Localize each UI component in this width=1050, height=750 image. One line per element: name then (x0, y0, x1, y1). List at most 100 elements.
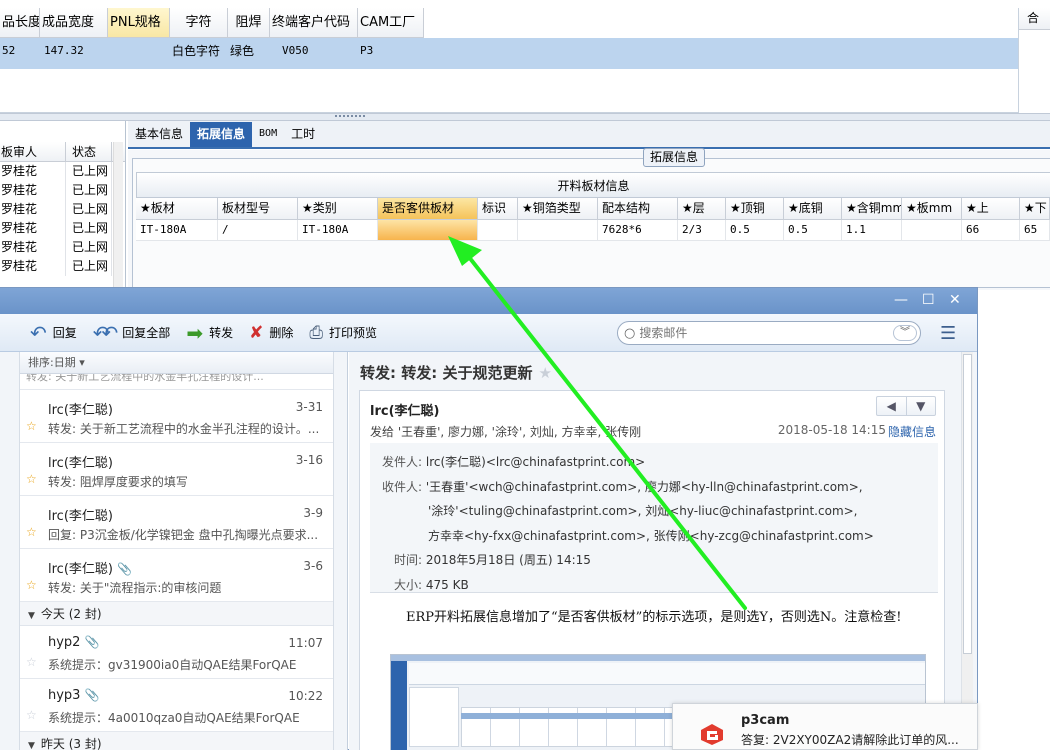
mail-title-bar[interactable]: — ☐ ✕ (0, 288, 977, 314)
star-icon[interactable]: ★ (538, 364, 551, 382)
col-reviewer[interactable]: 板审人 (0, 142, 66, 161)
list-item[interactable]: lrc(李仁聪) 3-31 ☆ 转发: 关于新工艺流程中的水金半孔注程的设计。.… (20, 390, 333, 443)
col-board-model[interactable]: 板材型号 (218, 198, 298, 220)
cell-customer-code: V050 (282, 44, 309, 57)
cell-cam-factory: P3 (360, 44, 374, 57)
search-input[interactable] (639, 326, 890, 340)
sender-name[interactable]: lrc(李仁聪) (370, 400, 439, 419)
delete-button[interactable]: ✘ 删除 (249, 318, 293, 348)
review-list-scrollbar[interactable] (113, 142, 123, 292)
search-options-icon[interactable]: ︾ (893, 325, 917, 341)
list-item[interactable]: lrc(李仁聪) 3-9 ☆ 回复: P3沉金板/化学镍钯金 盘中孔掏曝光点要求… (20, 496, 333, 549)
cell-mark (478, 220, 518, 241)
tab-basic-info[interactable]: 基本信息 (128, 122, 190, 147)
scrollbar-thumb[interactable] (963, 354, 972, 654)
recipients-line-1[interactable]: '王春重'<wch@chinafastprint.com>, 廖力娜<hy-ll… (426, 480, 863, 494)
mail-date: 11:07 (288, 636, 323, 650)
quick-reply-icon[interactable]: ◀ (877, 397, 907, 415)
star-icon[interactable]: ☆ (26, 419, 37, 433)
splitter-grip[interactable] (335, 115, 365, 119)
col-customer-supplied[interactable]: 是否客供板材 (378, 198, 478, 220)
reply-all-button[interactable]: ↶↶ 回复全部 (93, 318, 171, 348)
col-lower[interactable]: ★下 (1020, 198, 1050, 220)
recipients-line-3[interactable]: 方幸幸<hy-fxx@chinafastprint.com>, 张传刚<hy-z… (428, 527, 874, 544)
close-icon[interactable]: ✕ (949, 292, 961, 308)
mail-content-card: lrc(李仁聪) ◀ ▼ 发给 '王春重', 廖力娜, '涂玲', 刘灿, 方幸… (359, 390, 945, 750)
sender-label: 发件人: (382, 455, 423, 469)
col-char[interactable]: 字符 (170, 8, 228, 38)
tab-extended-info[interactable]: 拓展信息 (190, 122, 253, 147)
col-mark[interactable]: 标识 (478, 198, 518, 220)
hide-info-link[interactable]: 隐藏信息 (888, 423, 936, 440)
col-status[interactable]: 状态 (66, 142, 112, 161)
product-grid-row[interactable]: 52 147.32 白色字符 绿色 V050 P3 (0, 38, 1018, 69)
col-board-thickness[interactable]: ★板mm (902, 198, 962, 220)
mail-search-box[interactable]: ○ ︾ (617, 321, 921, 345)
col-pnl-spec[interactable]: PNL规格 (108, 8, 170, 38)
cell-copper-foil-type (518, 220, 598, 241)
sender-row: 发件人: lrc(李仁聪)<lrc@chinafastprint.com> (382, 453, 645, 470)
star-icon[interactable]: ☆ (26, 472, 37, 486)
status-cell: 已上网 (66, 219, 112, 238)
reading-pane-scrollbar[interactable] (961, 352, 973, 750)
col-bottom-copper[interactable]: ★底铜 (784, 198, 842, 220)
cell-customer-supplied[interactable] (378, 220, 478, 241)
col-copper-thickness[interactable]: ★含铜mm (842, 198, 902, 220)
mail-subject-heading: 转发: 转发: 关于规范更新 ★ (360, 362, 552, 383)
review-list-header: 板审人 状态 (0, 142, 125, 162)
reviewer-cell: 罗桂花 (0, 181, 66, 200)
cell-board-thickness (902, 220, 962, 241)
col-upper[interactable]: ★上 (962, 198, 1020, 220)
review-row[interactable]: 罗桂花 已上网 (0, 181, 125, 200)
col-board-material[interactable]: ★板材 (136, 198, 218, 220)
reply-button[interactable]: ↶ 回复 (30, 318, 77, 348)
review-row[interactable]: 罗桂花 已上网 (0, 162, 125, 181)
col-top-copper[interactable]: ★顶铜 (726, 198, 784, 220)
cutting-material-row[interactable]: IT-180A / IT-180A 7628*6 2/3 0.5 0.5 1.1… (136, 220, 1050, 241)
group-yesterday-label: 昨天 (3 封) (40, 737, 102, 750)
col-stackup[interactable]: 配本结构 (598, 198, 678, 220)
col-copper-foil-type[interactable]: ★铜箔类型 (518, 198, 598, 220)
col-cam-factory[interactable]: CAM工厂 (358, 8, 424, 38)
star-icon[interactable]: ☆ (26, 655, 37, 669)
review-row[interactable]: 罗桂花 已上网 (0, 219, 125, 238)
reply-icon: ↶ (30, 320, 47, 345)
star-icon[interactable]: ☆ (26, 708, 37, 722)
list-item[interactable]: hyp3 📎 10:22 ☆ 系统提示：4a0010qza0自动QAE结果ForQ… (20, 679, 333, 732)
recipients-summary: 发给 '王春重', 廖力娜, '涂玲', 刘灿, 方幸幸, 张传刚 (370, 425, 642, 439)
review-row[interactable]: 罗桂花 已上网 (0, 200, 125, 219)
tab-work-hours[interactable]: 工时 (284, 122, 322, 147)
mail-subject: 转发: 阻焊厚度要求的填写 (48, 475, 188, 489)
reply-label: 回复 (52, 326, 77, 340)
list-item-partial[interactable]: 转发: 关于新工艺流程中的水金半孔注程的设计... (20, 374, 333, 390)
col-layer[interactable]: ★层 (678, 198, 726, 220)
review-row[interactable]: 罗桂花 已上网 (0, 257, 125, 276)
print-preview-button[interactable]: ⎙ 打印预览 (309, 318, 377, 348)
star-icon[interactable]: ☆ (26, 525, 37, 539)
list-item[interactable]: hyp2 📎 11:07 ☆ 系统提示：gv31900ia0自动QAE结果ForQ… (20, 626, 333, 679)
col-customer-code[interactable]: 终端客户代码 (270, 8, 358, 38)
col-width[interactable]: 成品宽度 (40, 8, 108, 38)
group-header-today[interactable]: ▼ 今天 (2 封) (20, 602, 333, 626)
group-header-yesterday[interactable]: ▼ 昨天 (3 封) (20, 732, 333, 750)
star-icon[interactable]: ☆ (26, 578, 37, 592)
mail-subject: 系统提示：4a0010qza0自动QAE结果ForQAE (48, 711, 300, 725)
col-category[interactable]: ★类别 (298, 198, 378, 220)
maximize-icon[interactable]: ☐ (922, 292, 935, 308)
col-length[interactable]: 品长度 (0, 8, 40, 38)
recipients-line-2[interactable]: '涂玲'<tuling@chinafastprint.com>, 刘灿<hy-l… (428, 502, 858, 519)
sort-dropdown[interactable]: 排序:日期 ▾ (20, 352, 333, 374)
cell-copper-thickness: 1.1 (842, 220, 902, 241)
list-item[interactable]: lrc(李仁聪) 3-16 ☆ 转发: 阻焊厚度要求的填写 (20, 443, 333, 496)
more-actions-icon[interactable]: ▼ (907, 397, 936, 415)
notification-popup[interactable]: p3cam 答复: 2V2XY00ZA2请解除此订单的风... (672, 703, 978, 750)
tab-bom[interactable]: BOM (252, 122, 284, 147)
minimize-icon[interactable]: — (894, 292, 908, 308)
pane-splitter[interactable] (0, 113, 1050, 121)
forward-button[interactable]: ➡ 转发 (186, 318, 233, 348)
sender-value[interactable]: lrc(李仁聪)<lrc@chinafastprint.com> (426, 455, 645, 469)
review-row[interactable]: 罗桂花 已上网 (0, 238, 125, 257)
menu-icon[interactable]: ☰ (940, 323, 956, 344)
col-solder-mask[interactable]: 阻焊 (228, 8, 270, 38)
list-item[interactable]: lrc(李仁聪) 📎 3-6 ☆ 转发: 关于"流程指示:的审核问题 (20, 549, 333, 602)
